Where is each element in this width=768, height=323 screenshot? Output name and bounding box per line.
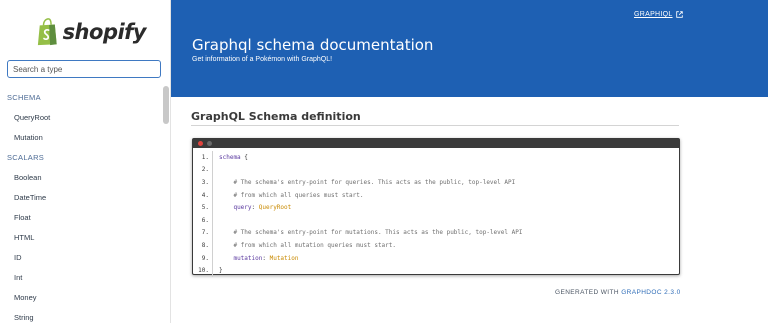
code-line: 1. schema {: [193, 151, 679, 164]
code-token-comment: # from which all queries must start.: [233, 191, 364, 199]
code-token-key: query: [233, 204, 252, 212]
line-number: 8.: [193, 239, 213, 252]
code-line: 9. mutation: Mutation: [193, 251, 679, 265]
search-input[interactable]: [7, 60, 161, 78]
line-number: 1.: [193, 151, 213, 164]
code-line: 4. # from which all queries must start.: [193, 188, 679, 202]
generated-footer: GENERATED WITH GRAPHDOC 2.3.0: [555, 289, 681, 296]
nav-item-id[interactable]: ID: [0, 248, 162, 268]
code-token-comment: # The schema's entry-point for mutations…: [233, 229, 523, 237]
section-title: GraphQL Schema definition: [191, 110, 361, 123]
code-window-titlebar: [193, 139, 679, 148]
nav-section-schema: SCHEMA: [7, 93, 41, 102]
code-token-type: QueryRoot: [258, 204, 292, 212]
code-token-type: Mutation: [269, 254, 299, 262]
graphiql-link-label: GRAPHIQL: [634, 11, 673, 18]
window-close-dot: [198, 141, 203, 146]
code-text: schema {: [213, 154, 248, 161]
page-subtitle: Get information of a Pokémon with GraphQ…: [192, 56, 333, 63]
code-token-punct: }: [219, 267, 223, 275]
line-number: 5.: [193, 201, 213, 214]
shopify-bag-icon: [37, 18, 57, 46]
schema-code-block: 1. schema {2. 3. # The schema's entry-poin…: [192, 138, 680, 277]
nav-item-money[interactable]: Money: [0, 288, 162, 308]
code-line: 8. # from which all mutation queries mus…: [193, 239, 679, 252]
sidebar-scrollbar[interactable]: [163, 86, 169, 124]
code-token-punct: :: [251, 204, 259, 212]
shopify-logo[interactable]: shopify: [36, 15, 147, 49]
nav-item-string[interactable]: String: [0, 308, 162, 323]
window-minimize-dot: [207, 141, 212, 146]
nav-item-queryroot[interactable]: QueryRoot: [0, 108, 162, 128]
code-line: 5. query: QueryRoot: [193, 201, 679, 214]
section-divider: [191, 125, 679, 126]
code-line: 3. # The schema's entry-point for querie…: [193, 176, 679, 189]
code-line: 10.}: [193, 264, 679, 277]
logo-text: shopify: [62, 20, 147, 44]
code-text: # The schema's entry-point for queries. …: [213, 179, 515, 186]
code-line: 2.: [193, 163, 679, 177]
sidebar: shopify SCHEMA QueryRootMutation SCALARS Bo…: [0, 0, 171, 323]
nav-section-scalars: SCALARS: [7, 153, 45, 162]
code-token-comment: # from which all mutation queries must s…: [233, 241, 397, 249]
code-token-key: schema: [219, 153, 241, 161]
line-number: 7.: [193, 226, 213, 240]
code-token-punct: {: [240, 153, 248, 161]
line-number: 4.: [193, 188, 213, 202]
generated-prefix: GENERATED WITH: [555, 289, 622, 296]
code-line: 7. # The schema's entry-point for mutati…: [193, 226, 679, 240]
line-number: 3.: [193, 176, 213, 189]
code-line: 6.: [193, 213, 679, 227]
code-token-comment: # The schema's entry-point for queries. …: [233, 178, 516, 186]
code-body: 1. schema {2. 3. # The schema's entry-poin…: [193, 148, 679, 277]
code-text: # from which all queries must start.: [213, 191, 364, 199]
code-text: mutation: Mutation: [213, 254, 299, 262]
nav-item-float[interactable]: Float: [0, 208, 162, 228]
nav-item-html[interactable]: HTML: [0, 228, 162, 248]
code-text: # from which all mutation queries must s…: [213, 242, 396, 249]
nav-item-mutation[interactable]: Mutation: [0, 128, 162, 148]
line-number: 9.: [193, 251, 213, 265]
nav-item-int[interactable]: Int: [0, 268, 162, 288]
line-number: 6.: [193, 213, 213, 227]
code-text: # The schema's entry-point for mutations…: [213, 229, 522, 236]
nav-item-datetime[interactable]: DateTime: [0, 188, 162, 208]
graphiql-link[interactable]: GRAPHIQL: [634, 11, 683, 18]
page-title: Graphql schema documentation: [192, 36, 434, 54]
nav-item-boolean[interactable]: Boolean: [0, 168, 162, 188]
line-number: 10.: [193, 264, 213, 277]
code-text: }: [213, 267, 223, 274]
line-number: 2.: [193, 163, 213, 177]
code-text: query: QueryRoot: [213, 204, 291, 211]
page-header: GRAPHIQL Graphql schema documentation Ge…: [171, 0, 768, 97]
code-token-key: mutation: [233, 254, 263, 262]
code-token-punct: :: [262, 254, 270, 262]
type-navigation: SCHEMA QueryRoot Mutation SCALARS Boolean Dat…: [0, 88, 162, 323]
external-link-icon: [675, 11, 683, 18]
graphdoc-link[interactable]: GRAPHDOC 2.3.0: [621, 289, 680, 296]
